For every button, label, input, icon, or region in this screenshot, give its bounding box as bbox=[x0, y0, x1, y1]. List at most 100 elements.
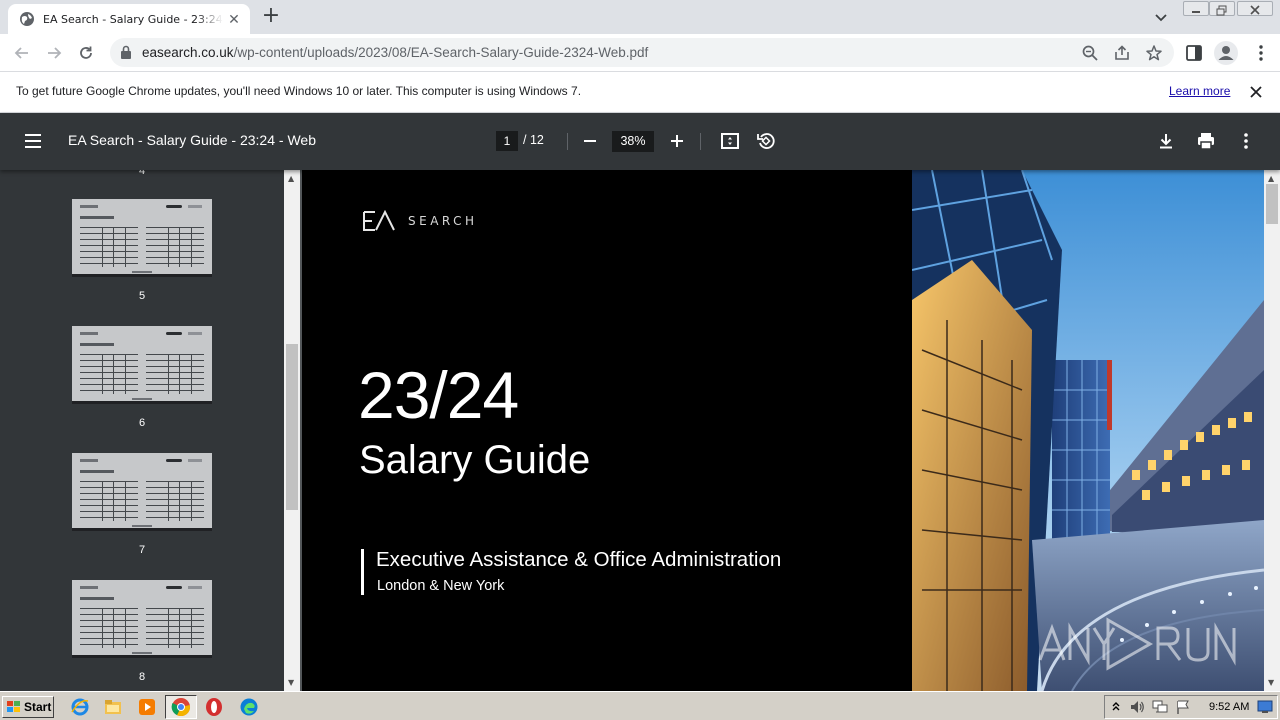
url-text[interactable]: easearch.co.uk/wp-content/uploads/2023/0… bbox=[142, 45, 648, 60]
fit-to-page-icon[interactable] bbox=[720, 131, 740, 151]
window-close-button[interactable] bbox=[1237, 1, 1273, 16]
page-number-input[interactable]: 1 bbox=[496, 131, 518, 151]
thumbnail-header-pill bbox=[166, 459, 182, 462]
tab-title: EA Search - Salary Guide - 23:24 - Web bbox=[43, 12, 223, 26]
network-icon[interactable] bbox=[1151, 699, 1169, 715]
thumbnail-header-pill bbox=[166, 332, 182, 335]
scroll-up-arrow-icon[interactable]: ▲ bbox=[288, 174, 294, 183]
new-tab-button[interactable]: + bbox=[260, 5, 282, 28]
rotate-counterclockwise-icon[interactable] bbox=[756, 131, 776, 151]
cover-title: Salary Guide bbox=[359, 438, 591, 482]
thumbnail-table bbox=[146, 608, 204, 648]
pdf-page-cover: SEARCH 23/24 Salary Guide Executive Assi… bbox=[302, 170, 1264, 691]
thumbnail-table bbox=[80, 608, 138, 648]
thumbnail-page-number: 6 bbox=[138, 417, 146, 429]
tab-search-chevron-icon[interactable] bbox=[1152, 8, 1170, 26]
viewer-scrollbar-thumb[interactable] bbox=[1266, 184, 1278, 224]
ea-search-logo: SEARCH bbox=[362, 210, 478, 232]
thumbnail-page-8[interactable] bbox=[72, 580, 212, 658]
thumbnail-footer bbox=[132, 525, 152, 527]
volume-icon[interactable] bbox=[1129, 699, 1145, 715]
internet-explorer-icon[interactable] bbox=[70, 697, 90, 717]
back-button[interactable] bbox=[11, 42, 33, 64]
lock-icon[interactable] bbox=[120, 45, 132, 60]
chrome-icon bbox=[171, 698, 191, 717]
thumbnail-header-mark bbox=[80, 586, 98, 589]
print-icon[interactable] bbox=[1196, 131, 1216, 151]
thumbnail-heading bbox=[80, 216, 114, 219]
window-restore-button[interactable] bbox=[1209, 1, 1235, 16]
thumbnail-footer bbox=[132, 652, 152, 654]
toolbar-divider bbox=[567, 133, 568, 150]
thumbnail-table bbox=[80, 481, 138, 521]
scroll-down-arrow-icon[interactable]: ▼ bbox=[288, 678, 294, 687]
thumbnail-heading bbox=[80, 343, 114, 346]
thumbnail-page-number: 5 bbox=[138, 290, 146, 302]
forward-button[interactable] bbox=[43, 42, 65, 64]
back-arrow-icon bbox=[14, 47, 28, 59]
thumbnail-page-number: 7 bbox=[138, 544, 146, 556]
show-desktop-icon[interactable] bbox=[1257, 700, 1273, 714]
edge-icon[interactable] bbox=[239, 697, 259, 717]
file-explorer-icon[interactable] bbox=[103, 697, 123, 717]
thumbnail-table bbox=[80, 354, 138, 394]
cover-photo-city-image bbox=[912, 170, 1264, 691]
thumbnail-page-number: 4 bbox=[138, 170, 146, 177]
thumbnail-page-7[interactable] bbox=[72, 453, 212, 531]
share-icon[interactable] bbox=[1113, 44, 1131, 62]
window-minimize-button[interactable] bbox=[1183, 1, 1209, 16]
thumbnail-header-pill bbox=[166, 205, 182, 208]
thumbnail-header-text bbox=[188, 332, 202, 335]
tab-close-icon[interactable]: ✕ bbox=[226, 12, 242, 28]
thumbnail-table bbox=[146, 354, 204, 394]
scroll-down-arrow-icon[interactable]: ▼ bbox=[1268, 678, 1274, 687]
thumbnail-footer bbox=[132, 398, 152, 400]
opera-icon[interactable] bbox=[204, 697, 224, 717]
thumbnail-header-text bbox=[188, 205, 202, 208]
zoom-out-icon[interactable] bbox=[582, 132, 598, 150]
sidebar-scrollbar-thumb[interactable] bbox=[286, 344, 298, 510]
thumbnail-table bbox=[80, 227, 138, 267]
taskbar-chrome-active[interactable] bbox=[165, 695, 197, 719]
viewer-scrollbar[interactable] bbox=[1264, 170, 1280, 691]
forward-arrow-icon bbox=[48, 47, 62, 59]
more-actions-icon[interactable] bbox=[1236, 131, 1256, 151]
action-center-flag-icon[interactable] bbox=[1175, 699, 1191, 715]
zoom-level-input[interactable]: 38% bbox=[612, 131, 654, 152]
tab-active[interactable]: EA Search - Salary Guide - 23:24 - Web ✕ bbox=[8, 4, 250, 34]
side-panel-icon[interactable] bbox=[1185, 44, 1203, 62]
page-total: / 12 bbox=[523, 133, 544, 147]
zoom-magnifier-icon[interactable] bbox=[1081, 44, 1099, 62]
logo-wordmark: SEARCH bbox=[408, 214, 478, 228]
infobar-message: To get future Google Chrome updates, you… bbox=[16, 84, 582, 98]
pdf-viewer[interactable]: SEARCH 23/24 Salary Guide Executive Assi… bbox=[300, 170, 1280, 691]
thumbnail-header-text bbox=[188, 459, 202, 462]
ea-logo-mark-icon bbox=[363, 210, 395, 231]
scroll-up-arrow-icon[interactable]: ▲ bbox=[1268, 174, 1274, 183]
zoom-in-icon[interactable] bbox=[669, 132, 685, 150]
browser-menu-icon[interactable] bbox=[1252, 44, 1270, 62]
windows-flag-icon bbox=[7, 701, 20, 712]
download-icon[interactable] bbox=[1156, 131, 1176, 151]
thumbnail-table bbox=[146, 481, 204, 521]
thumbnail-sidebar: 4 5 6 7 8 ▲ ▼ bbox=[0, 170, 300, 691]
cover-accent-bar bbox=[361, 549, 364, 595]
thumbnail-page-6[interactable] bbox=[72, 326, 212, 404]
person-icon bbox=[1218, 46, 1234, 60]
learn-more-link[interactable]: Learn more bbox=[1169, 84, 1230, 98]
start-button[interactable]: Start bbox=[2, 696, 54, 718]
taskbar-clock: 9:52 AM bbox=[1209, 701, 1250, 713]
cover-locations: London & New York bbox=[377, 578, 505, 594]
bookmark-star-icon[interactable] bbox=[1145, 44, 1163, 62]
browser-toolbar: easearch.co.uk/wp-content/uploads/2023/0… bbox=[0, 34, 1280, 72]
thumbnail-page-5[interactable] bbox=[72, 199, 212, 277]
media-player-icon[interactable] bbox=[137, 697, 157, 717]
profile-avatar[interactable] bbox=[1214, 41, 1238, 65]
reload-button[interactable] bbox=[75, 42, 97, 64]
infobar-close-icon[interactable] bbox=[1248, 84, 1264, 100]
show-hidden-icons-chevron-icon[interactable] bbox=[1111, 700, 1121, 714]
address-bar[interactable]: easearch.co.uk/wp-content/uploads/2023/0… bbox=[110, 38, 1174, 67]
thumbnail-footer bbox=[132, 271, 152, 273]
sidebar-menu-icon[interactable] bbox=[24, 132, 42, 150]
url-host: easearch.co.uk bbox=[142, 45, 234, 60]
